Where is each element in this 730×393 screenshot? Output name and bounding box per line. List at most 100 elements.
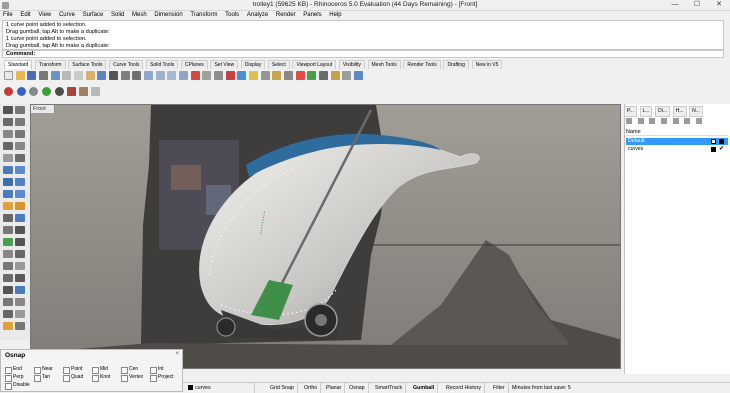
tab-new-in-v5[interactable]: New in V5	[471, 60, 503, 69]
color-wheel-icon[interactable]	[295, 71, 305, 80]
polyline-tool-icon[interactable]	[3, 118, 13, 126]
zoom-icon[interactable]	[144, 71, 154, 80]
zoom-extents-icon[interactable]	[167, 71, 177, 80]
tab-display[interactable]: Display	[240, 60, 266, 69]
offset-tool-icon[interactable]	[15, 214, 25, 222]
osnap-disable[interactable]: Disable	[5, 382, 30, 390]
technical-icon[interactable]	[67, 87, 77, 96]
command-input[interactable]: Command:	[2, 50, 724, 58]
tab-cplanes[interactable]: CPlanes	[180, 60, 208, 69]
delete-layer-icon[interactable]	[649, 118, 656, 124]
curve-tool-icon[interactable]	[15, 118, 25, 126]
copy-icon[interactable]	[74, 71, 84, 80]
select-tool-icon[interactable]	[3, 106, 13, 114]
menu-surface[interactable]: Surface	[80, 11, 107, 20]
menu-edit[interactable]: Edit	[17, 11, 33, 20]
osnap-perp[interactable]: Perp	[5, 374, 24, 382]
tab-visibility[interactable]: Visibility	[338, 60, 365, 69]
tab-set-view[interactable]: Set View	[210, 60, 239, 69]
maximize-button[interactable]: ☐	[687, 0, 707, 10]
analyze-tool-icon[interactable]	[3, 298, 13, 306]
move-down-icon[interactable]	[672, 118, 679, 124]
menu-render[interactable]: Render	[273, 11, 299, 20]
osnap-cen[interactable]: Cen	[121, 366, 138, 374]
move-tool-icon[interactable]	[3, 250, 13, 258]
tab-drafting[interactable]: Drafting	[443, 60, 469, 69]
extrude-tool-icon[interactable]	[15, 166, 25, 174]
lock-icon[interactable]	[249, 71, 259, 80]
menu-mesh[interactable]: Mesh	[129, 11, 150, 20]
group-tool-icon[interactable]	[3, 322, 13, 330]
copy-tool-icon[interactable]	[15, 250, 25, 258]
menu-dimension[interactable]: Dimension	[151, 11, 185, 20]
shaded-ball-icon[interactable]	[16, 87, 26, 96]
split-tool-icon[interactable]	[15, 226, 25, 234]
layer-tools-icon[interactable]	[696, 118, 703, 124]
grid-icon[interactable]	[202, 71, 212, 80]
rotate-tool-icon[interactable]	[3, 262, 13, 270]
menu-help[interactable]: Help	[326, 11, 344, 20]
panel-tab-display[interactable]: Di...	[655, 106, 671, 117]
cylinder-tool-icon[interactable]	[3, 190, 13, 198]
show-objects-icon[interactable]	[237, 71, 247, 80]
osnap-point[interactable]: Point	[63, 366, 82, 374]
wireframe-ball-icon[interactable]	[4, 87, 13, 96]
render-icon[interactable]	[319, 71, 329, 80]
print-icon[interactable]	[39, 71, 49, 80]
minimize-button[interactable]: —	[665, 0, 685, 10]
array-tool-icon[interactable]	[15, 274, 25, 282]
tab-viewport-layout[interactable]: Viewport Layout	[292, 60, 337, 69]
ellipse-tool-icon[interactable]	[3, 142, 13, 150]
pen-icon[interactable]	[90, 87, 100, 96]
box-tool-icon[interactable]	[3, 178, 13, 186]
save-icon[interactable]	[27, 71, 37, 80]
viewport-label[interactable]: Front	[31, 105, 55, 113]
new-file-icon[interactable]	[4, 71, 13, 80]
panel-tab-help[interactable]: H...	[672, 106, 687, 117]
zoom-selected-icon[interactable]	[179, 71, 189, 80]
menu-transform[interactable]: Transform	[187, 11, 220, 20]
menu-solid[interactable]: Solid	[108, 11, 127, 20]
properties-icon[interactable]	[284, 71, 294, 80]
text-tool-icon[interactable]	[15, 286, 25, 294]
artistic-icon[interactable]	[79, 87, 89, 96]
tab-mesh-tools[interactable]: Mesh Tools	[367, 60, 401, 69]
light-icon[interactable]	[330, 71, 340, 80]
trim-tool-icon[interactable]	[3, 226, 13, 234]
command-history[interactable]: 1 curve point added to selection. Drag g…	[2, 20, 724, 50]
zoom-window-icon[interactable]	[155, 71, 165, 80]
rendered-ball-icon[interactable]	[29, 87, 39, 96]
close-button[interactable]: ✕	[709, 0, 729, 10]
xray-ball-icon[interactable]	[54, 87, 64, 96]
menu-view[interactable]: View	[35, 11, 54, 20]
undo-view-icon[interactable]	[190, 71, 200, 80]
osnap-near[interactable]: Near	[34, 366, 53, 374]
panel-tab-properties[interactable]: P...	[624, 106, 637, 117]
unlock-icon[interactable]	[260, 71, 270, 80]
tab-select[interactable]: Select	[267, 60, 290, 69]
layer-color-swatch[interactable]	[719, 139, 724, 144]
points-off-icon[interactable]	[15, 310, 25, 318]
rectangle-tool-icon[interactable]	[15, 142, 25, 150]
menu-analyze[interactable]: Analyze	[244, 11, 271, 20]
block-tool-icon[interactable]	[15, 322, 25, 330]
layer-icon[interactable]	[272, 71, 282, 80]
osnap-project[interactable]: Project	[150, 374, 174, 382]
osnap-quad[interactable]: Quad	[63, 374, 83, 382]
fillet-tool-icon[interactable]	[3, 214, 13, 222]
join-tool-icon[interactable]	[15, 238, 25, 246]
mirror-tool-icon[interactable]	[3, 274, 13, 282]
panel-tab-named-views[interactable]: N...	[689, 106, 703, 117]
hide-objects-icon[interactable]	[225, 71, 235, 80]
osnap-int[interactable]: Int	[150, 366, 164, 374]
layer-row-curves[interactable]: curves ✔	[626, 146, 728, 153]
rotate-view-icon[interactable]	[132, 71, 142, 80]
tab-render-tools[interactable]: Render Tools	[403, 60, 441, 69]
polygon-tool-icon[interactable]	[3, 154, 13, 162]
scale-tool-icon[interactable]	[15, 262, 25, 270]
menu-file[interactable]: File	[0, 11, 16, 20]
front-viewport[interactable]: ⋯⋯⋯	[30, 104, 621, 369]
point-tool-icon[interactable]	[15, 106, 25, 114]
surface-tool-icon[interactable]	[3, 166, 13, 174]
menu-curve[interactable]: Curve	[56, 11, 78, 20]
